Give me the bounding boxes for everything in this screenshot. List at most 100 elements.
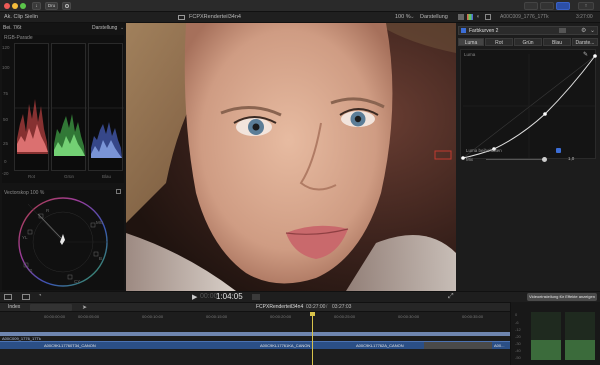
tab-blue[interactable]: Blau [543,38,571,46]
scope-settings-icon[interactable] [116,189,121,194]
vector-label-r: R [46,208,50,213]
tab-display[interactable]: Darste... [572,38,598,46]
speed-icon[interactable]: ◔ [38,293,42,299]
window-zoom-button[interactable] [20,3,26,9]
share-button[interactable]: ↑ [578,2,594,10]
parade-green-channel [51,43,87,171]
meter-left-level [531,340,561,360]
timeline-position: 03:27:00 [306,304,326,310]
clip-appearance-icon[interactable] [4,294,12,300]
effect-enable-checkbox[interactable] [461,28,466,33]
index-button[interactable]: Index [8,304,20,310]
meter-tick: -40 [515,348,521,353]
arrow-tool-icon[interactable]: ➤ [82,304,87,311]
scale-label: 120 [2,45,10,50]
vector-label-b: B [99,256,103,261]
mix-slider-knob[interactable] [542,157,547,162]
mix-label: Mix [466,157,473,162]
meter-tick: -6 [515,320,519,325]
timecode-dim: 00:00 [200,293,218,300]
meter-tick: 0 [515,312,518,317]
audio-meters: 0 -6 -12 -20 -30 -40 -50 [510,302,600,365]
chevron-down-icon: ⌄ [120,25,125,31]
meter-right-level [565,340,595,360]
audio-meter-icon[interactable] [252,294,260,300]
ruler-tick: 00:00:00:00 [44,314,66,319]
reset-icon[interactable] [559,28,566,33]
import-button[interactable]: ↓ [32,2,41,10]
preserve-luma-label: Luma beibehalten [466,148,502,153]
rgb-parade-scope: RGB-Parade 120 100 75 50 25 0 -20 Rot Gr… [2,35,124,183]
zoom-dropdown[interactable]: 100 % [395,14,411,20]
ruler-tick: 00:00:30:00 [398,314,420,319]
playhead[interactable] [310,312,315,365]
luma-curve-editor[interactable]: Luma ✎ [460,49,597,160]
timeline-duration: 03:27:03 [332,304,352,310]
inspector-info-icon[interactable] [458,14,464,20]
scopes-header-label: Bei. 7/6t [3,25,22,31]
tab-red[interactable]: Rot [485,38,513,46]
mix-slider[interactable] [486,157,547,162]
browser-label: Ak. Clip Sielin [4,14,38,20]
parade-label-red: Rot [28,174,36,179]
clip[interactable]: A00C9KL17761KA_CANON [260,343,310,348]
audio-inspector-icon[interactable]: ◖ [476,14,480,20]
scale-label: 25 [3,141,9,146]
primary-storyline[interactable]: A00C9KL17760T34_CANON A00C9KL17761KA_CAN… [0,341,510,349]
effect-selector[interactable]: Farbkurven 2 ⚙ ⌄ [458,26,598,35]
window-close-button[interactable] [4,3,10,9]
header-row: Ak. Clip Sielin FCPXRenderteil34n4 100 %… [0,12,600,23]
download-icon: ↓ [35,3,38,9]
parade-blue-channel [88,43,124,171]
inspector-clip-name: A00C009_1776_17Tk [500,14,549,20]
red-waveform [15,99,50,154]
layout-inspector-button[interactable] [556,2,570,10]
scale-label: 75 [3,91,9,96]
chevron-down-icon[interactable]: ⌄ [590,27,595,34]
edit-tools-group[interactable] [30,304,72,311]
meter-right [565,312,595,360]
mix-value[interactable]: 1,0 [568,156,574,161]
clip[interactable]: A00C9KL17762A_CANON [356,343,404,348]
gear-icon[interactable]: ⚙ [581,27,586,34]
curve-point [593,54,597,58]
keywords-button[interactable]: Dru [45,2,58,10]
play-icon[interactable]: ▶ [192,293,197,301]
scope-scale: 120 100 75 50 25 0 -20 [2,43,12,176]
tab-luma[interactable]: Luma [458,38,484,46]
ruler-tick: 00:00:10:00 [142,314,164,319]
gap-clip[interactable] [424,342,492,349]
window-minimize-button[interactable] [12,3,18,9]
layout-library-button[interactable] [524,2,538,10]
ruler-tick: 00:00:20:00 [270,314,292,319]
clip[interactable]: A00... [494,343,504,348]
green-waveform [52,107,87,156]
tab-green[interactable]: Grün [514,38,542,46]
curve-point [461,156,465,160]
timecode-display[interactable]: 1:04:05 [216,292,243,301]
vector-label-mg: MG [96,220,104,225]
clip[interactable]: A00C9KL17760T34_CANON [44,343,96,348]
fullscreen-icon[interactable]: ⤢ [448,293,454,301]
preserve-luma-checkbox[interactable] [556,148,561,153]
color-inspector-icon[interactable] [467,14,473,20]
background-tasks-button[interactable] [62,2,71,10]
vectorscope-graticule [18,197,108,287]
scopes-display-dropdown[interactable]: Darstellung [92,25,117,31]
settings-inspector-icon[interactable] [485,14,491,20]
meter-tick: -30 [515,341,521,346]
vectorscope: Vectorskop 100 % R MG B CY G YL [2,189,124,290]
connected-clip-bar[interactable] [0,332,510,336]
viewer-display-dropdown[interactable]: Darstellung [420,14,448,20]
ruler-tick: 00:00:05:00 [78,314,100,319]
chevron-down-icon: ⌄ [410,14,415,20]
timeline[interactable]: 00:00:00:00 00:00:05:00 00:00:10:00 00:0… [0,312,510,365]
transform-icon[interactable] [22,294,30,300]
vector-label-yl: YL [22,235,28,240]
share-icon: ↑ [584,3,588,9]
layout-timeline-button[interactable] [540,2,554,10]
project-name: FCPXRenderteil34n4 [256,304,304,310]
playhead-handle[interactable] [310,312,315,316]
viewer[interactable] [126,23,456,291]
parade-label-green: Grün [64,174,75,179]
